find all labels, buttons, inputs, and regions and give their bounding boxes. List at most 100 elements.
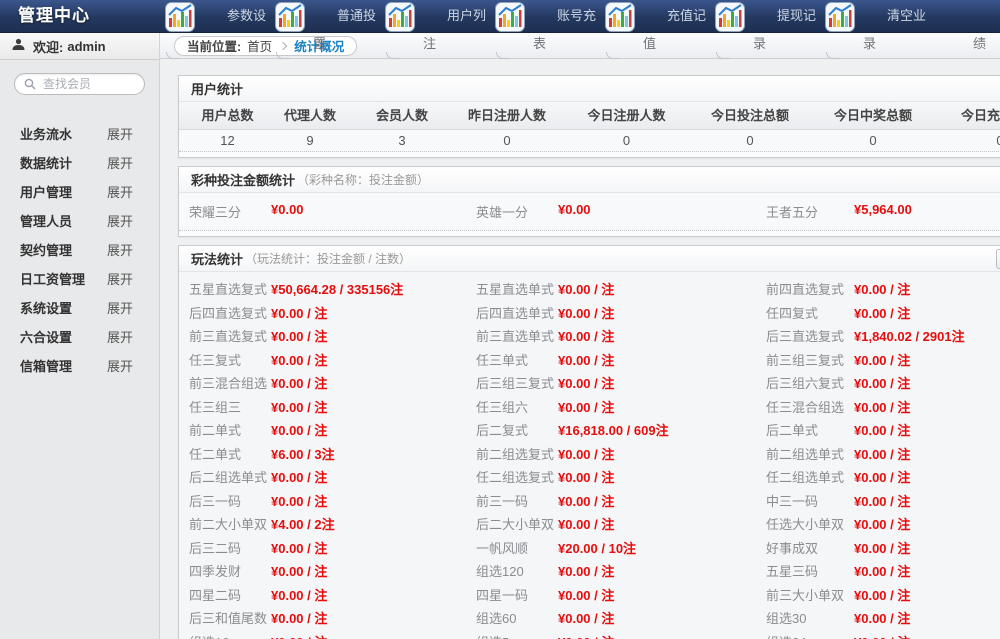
welcome-bar: 欢迎: admin: [0, 33, 159, 60]
sidebar-menu-item[interactable]: 系统设置 展开: [0, 293, 159, 322]
play-name: 后三和值尾数: [189, 608, 271, 627]
expand-toggle[interactable]: 展开: [107, 269, 133, 288]
sidebar-item-label: 信箱管理: [20, 356, 107, 375]
play-value: ¥0.00 / 注: [558, 585, 766, 604]
top-nav-item[interactable]: 清空业 绩: [825, 0, 935, 32]
play-value: ¥0.00 / 注: [854, 303, 1000, 322]
top-nav-item[interactable]: 用户列 表: [385, 0, 495, 32]
user-stats-value: 0: [811, 130, 935, 151]
tab-ear: [276, 52, 290, 59]
sidebar-item-label: 管理人员: [20, 211, 107, 230]
play-value: ¥0.00 / 注: [854, 397, 1000, 416]
play-name: 组选120: [476, 561, 558, 580]
play-value: ¥0.00 / 注: [271, 608, 476, 627]
play-name: 任三组三: [189, 397, 271, 416]
sidebar-menu-item[interactable]: 管理人员 展开: [0, 206, 159, 235]
sidebar-menu-item[interactable]: 日工资管理 展开: [0, 264, 159, 293]
sidebar-menu-item[interactable]: 业务流水 展开: [0, 119, 159, 148]
spacer: [179, 231, 1000, 236]
section-lottery-stats: 彩种投注金额统计 （彩种名称：投注金额） 荣耀三分 ¥0.00 英雄一分 ¥0.…: [178, 166, 1000, 237]
bar-chart-icon: [605, 2, 635, 32]
expand-toggle[interactable]: 展开: [107, 327, 133, 346]
play-stats-rows: 五星直选复式 ¥50,664.28 / 335156注 五星直选单式 ¥0.00…: [179, 272, 1000, 639]
sidebar-item-label: 契约管理: [20, 240, 107, 259]
play-name: 五星直选单式: [476, 279, 558, 298]
play-value: ¥0.00 / 注: [854, 279, 1000, 298]
app-title: 管理中心: [0, 0, 160, 32]
play-name: 前二大小单双: [189, 514, 271, 533]
section-user-stats: 用户统计 用户总数代理人数会员人数昨日注册人数今日注册人数今日投注总额今日中奖总…: [178, 75, 1000, 158]
expand-toggle[interactable]: 展开: [107, 240, 133, 259]
user-stats-header: 用户统计: [179, 76, 1000, 102]
sidebar-menu-item[interactable]: 用户管理 展开: [0, 177, 159, 206]
top-nav-item[interactable]: 参数设 置: [165, 0, 275, 32]
play-stats-row: 后四直选复式 ¥0.00 / 注 后四直选单式 ¥0.00 / 注 任四复式 ¥…: [179, 301, 1000, 325]
play-name: 一帆风顺: [476, 538, 558, 557]
welcome-label: 欢迎:: [33, 37, 63, 56]
play-value: ¥0.00 / 注: [854, 420, 1000, 439]
user-stats-column-header: 今日中奖总额: [811, 102, 935, 130]
top-nav-item[interactable]: 充值记 录: [605, 0, 715, 32]
user-icon: [12, 38, 25, 54]
sidebar-menu-item[interactable]: 数据统计 展开: [0, 148, 159, 177]
play-name: 任三组六: [476, 397, 558, 416]
lottery-name: 英雄一分: [476, 202, 558, 221]
lottery-amount: ¥5,964.00: [854, 202, 1000, 221]
play-value: ¥0.00 / 注: [558, 326, 766, 345]
play-name: 组选60: [476, 608, 558, 627]
play-value: ¥0.00 / 注: [271, 350, 476, 369]
sidebar-item-label: 业务流水: [20, 124, 107, 143]
top-nav-label-overflow: 值: [643, 37, 656, 50]
expand-toggle[interactable]: 展开: [107, 298, 133, 317]
play-value: ¥0.00 / 注: [854, 514, 1000, 533]
play-stats-row: 前二大小单双 ¥4.00 / 2注 后二大小单双 ¥0.00 / 注 任选大小单…: [179, 512, 1000, 536]
play-value: ¥0.00 / 注: [558, 491, 766, 510]
play-name: 好事成双: [766, 538, 854, 557]
expand-toggle[interactable]: 展开: [107, 356, 133, 375]
play-name: 前四直选复式: [766, 279, 854, 298]
section-subtitle: （玩法统计：投注金额 / 注数）: [245, 250, 411, 267]
user-stats-column-header: 代理人数: [266, 102, 354, 130]
play-name: 前三组三复式: [766, 350, 854, 369]
sidebar-menu-item[interactable]: 六合设置 展开: [0, 322, 159, 351]
play-value: ¥20.00 / 10注: [558, 538, 766, 557]
lottery-amount: ¥0.00: [558, 202, 766, 221]
play-name: 组选10: [189, 632, 271, 639]
play-name: 组选24: [766, 632, 854, 639]
section-title: 玩法统计: [191, 249, 243, 268]
user-stats-column-header: 今日充值总额: [935, 102, 1000, 130]
top-nav-item[interactable]: 提现记 录: [715, 0, 825, 32]
top-nav-label-overflow: 置: [313, 37, 326, 50]
expand-toggle[interactable]: 展开: [107, 182, 133, 201]
top-nav-item[interactable]: 账号充 值: [495, 0, 605, 32]
play-name: 后三组六复式: [766, 373, 854, 392]
top-nav-item[interactable]: 普通投 注: [275, 0, 385, 32]
play-name: 后二单式: [766, 420, 854, 439]
sidebar-menu-item[interactable]: 契约管理 展开: [0, 235, 159, 264]
expand-toggle[interactable]: 展开: [107, 153, 133, 172]
play-name: 五星直选复式: [189, 279, 271, 298]
play-name: 后二大小单双: [476, 514, 558, 533]
play-value: ¥0.00 / 注: [558, 444, 766, 463]
lottery-name: 王者五分: [766, 202, 854, 221]
play-value: ¥0.00 / 注: [271, 373, 476, 392]
expand-toggle[interactable]: 展开: [107, 211, 133, 230]
play-stats-header: 玩法统计 （玩法统计：投注金额 / 注数） 时间: [179, 246, 1000, 272]
play-stats-row: 任三复式 ¥0.00 / 注 任三单式 ¥0.00 / 注 前三组三复式 ¥0.…: [179, 348, 1000, 372]
sidebar-menu-item[interactable]: 信箱管理 展开: [0, 351, 159, 380]
top-nav: 参数设 置: [160, 0, 1000, 32]
top-nav-label-overflow: 录: [863, 37, 876, 50]
time-button[interactable]: 时间: [996, 249, 1000, 269]
top-nav-label: 提现记: [777, 9, 819, 23]
top-nav-label-overflow: 注: [423, 37, 436, 50]
play-value: ¥6.00 / 3注: [271, 444, 476, 463]
play-stats-row: 五星直选复式 ¥50,664.28 / 335156注 五星直选单式 ¥0.00…: [179, 277, 1000, 301]
play-value: ¥0.00 / 注: [854, 373, 1000, 392]
section-play-stats: 玩法统计 （玩法统计：投注金额 / 注数） 时间 五星直选复式 ¥50,664.…: [178, 245, 1000, 639]
user-stats-column-header: 昨日注册人数: [450, 102, 564, 130]
user-stats-column-headers: 用户总数代理人数会员人数昨日注册人数今日注册人数今日投注总额今日中奖总额今日充值…: [179, 102, 1000, 130]
play-name: 任三单式: [476, 350, 558, 369]
play-value: ¥0.00 / 注: [558, 350, 766, 369]
expand-toggle[interactable]: 展开: [107, 124, 133, 143]
play-value: ¥0.00 / 注: [558, 561, 766, 580]
